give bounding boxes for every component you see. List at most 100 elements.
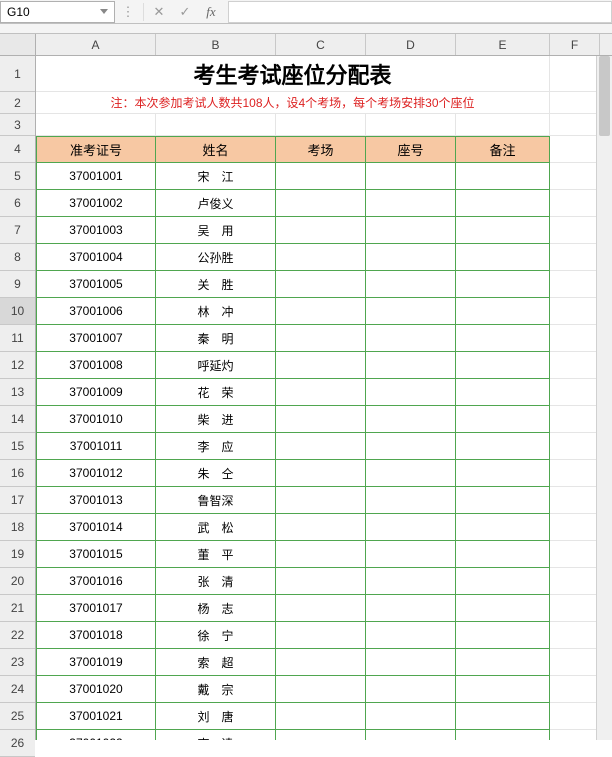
row-header[interactable]: 9 — [0, 271, 35, 298]
fx-icon[interactable]: fx — [198, 1, 224, 23]
cell[interactable] — [156, 114, 276, 136]
col-header-seat[interactable]: 座号 — [366, 136, 456, 163]
cell-remark[interactable] — [456, 190, 550, 217]
vertical-scrollbar[interactable] — [596, 56, 612, 740]
cell[interactable] — [550, 703, 600, 730]
cell-seat[interactable] — [366, 433, 456, 460]
cell[interactable] — [550, 352, 600, 379]
cell-id[interactable]: 37001012 — [36, 460, 156, 487]
cell-remark[interactable] — [456, 217, 550, 244]
cell-id[interactable]: 37001013 — [36, 487, 156, 514]
cell-seat[interactable] — [366, 406, 456, 433]
expand-icon[interactable]: ⋮ — [115, 1, 141, 23]
cell-seat[interactable] — [366, 190, 456, 217]
cell-name[interactable]: 武 松 — [156, 514, 276, 541]
cell-remark[interactable] — [456, 595, 550, 622]
cell-remark[interactable] — [456, 703, 550, 730]
cell-remark[interactable] — [456, 379, 550, 406]
cell-seat[interactable] — [366, 514, 456, 541]
cell-room[interactable] — [276, 217, 366, 244]
cell-room[interactable] — [276, 568, 366, 595]
cell-id[interactable]: 37001021 — [36, 703, 156, 730]
cell-room[interactable] — [276, 514, 366, 541]
col-header-name[interactable]: 姓名 — [156, 136, 276, 163]
row-header[interactable]: 10 — [0, 298, 35, 325]
cell-seat[interactable] — [366, 217, 456, 244]
cell-seat[interactable] — [366, 676, 456, 703]
cell-id[interactable]: 37001019 — [36, 649, 156, 676]
cell-name[interactable]: 杨 志 — [156, 595, 276, 622]
cell-room[interactable] — [276, 244, 366, 271]
row-header[interactable]: 1 — [0, 56, 35, 92]
cell-name[interactable]: 呼延灼 — [156, 352, 276, 379]
cell[interactable] — [550, 460, 600, 487]
cell[interactable] — [550, 649, 600, 676]
cell[interactable] — [550, 56, 600, 92]
cell-name[interactable]: 卢俊义 — [156, 190, 276, 217]
cell-remark[interactable] — [456, 406, 550, 433]
cell[interactable] — [550, 163, 600, 190]
row-header[interactable]: 19 — [0, 541, 35, 568]
cell-id[interactable]: 37001006 — [36, 298, 156, 325]
cell-id[interactable]: 37001011 — [36, 433, 156, 460]
row-header[interactable]: 11 — [0, 325, 35, 352]
cell[interactable] — [550, 433, 600, 460]
cell-name[interactable]: 鲁智深 — [156, 487, 276, 514]
cell[interactable] — [276, 114, 366, 136]
cell-room[interactable] — [276, 325, 366, 352]
row-header[interactable]: 15 — [0, 433, 35, 460]
name-box[interactable]: G10 — [0, 1, 115, 23]
cell[interactable] — [550, 114, 600, 136]
row-header[interactable]: 18 — [0, 514, 35, 541]
cell[interactable] — [550, 298, 600, 325]
cell-remark[interactable] — [456, 568, 550, 595]
row-header[interactable]: 20 — [0, 568, 35, 595]
row-header[interactable]: 21 — [0, 595, 35, 622]
cell-id[interactable]: 37001017 — [36, 595, 156, 622]
cell-remark[interactable] — [456, 676, 550, 703]
cell-name[interactable]: 林 冲 — [156, 298, 276, 325]
cell[interactable] — [550, 730, 600, 740]
cell-id[interactable]: 37001003 — [36, 217, 156, 244]
cell-id[interactable]: 37001001 — [36, 163, 156, 190]
cell[interactable] — [550, 244, 600, 271]
cell-seat[interactable] — [366, 622, 456, 649]
cell-remark[interactable] — [456, 325, 550, 352]
cell-seat[interactable] — [366, 163, 456, 190]
cell[interactable] — [550, 136, 600, 163]
cell-room[interactable] — [276, 163, 366, 190]
cell-room[interactable] — [276, 649, 366, 676]
cell-seat[interactable] — [366, 379, 456, 406]
column-header[interactable]: E — [456, 34, 550, 55]
cell-seat[interactable] — [366, 595, 456, 622]
title-cell[interactable]: 考生考试座位分配表 — [36, 56, 550, 92]
cell-name[interactable]: 吴 用 — [156, 217, 276, 244]
cell-id[interactable]: 37001015 — [36, 541, 156, 568]
cell[interactable] — [366, 114, 456, 136]
scroll-thumb[interactable] — [599, 56, 610, 136]
cell-seat[interactable] — [366, 244, 456, 271]
cell[interactable] — [550, 325, 600, 352]
cell-remark[interactable] — [456, 298, 550, 325]
cell-room[interactable] — [276, 271, 366, 298]
cell-id[interactable]: 37001022 — [36, 730, 156, 740]
cell-room[interactable] — [276, 622, 366, 649]
cell-room[interactable] — [276, 676, 366, 703]
cell-id[interactable]: 37001018 — [36, 622, 156, 649]
cell[interactable] — [456, 114, 550, 136]
cell-id[interactable]: 37001009 — [36, 379, 156, 406]
cell-remark[interactable] — [456, 649, 550, 676]
row-header[interactable]: 14 — [0, 406, 35, 433]
column-header[interactable]: A — [36, 34, 156, 55]
cell-name[interactable]: 关 胜 — [156, 271, 276, 298]
cell-name[interactable]: 公孙胜 — [156, 244, 276, 271]
row-header[interactable]: 24 — [0, 676, 35, 703]
cell-remark[interactable] — [456, 487, 550, 514]
row-header[interactable]: 23 — [0, 649, 35, 676]
cell-id[interactable]: 37001008 — [36, 352, 156, 379]
cell-seat[interactable] — [366, 730, 456, 740]
row-header[interactable]: 16 — [0, 460, 35, 487]
cell-room[interactable] — [276, 190, 366, 217]
cell[interactable] — [550, 568, 600, 595]
cell[interactable] — [550, 217, 600, 244]
